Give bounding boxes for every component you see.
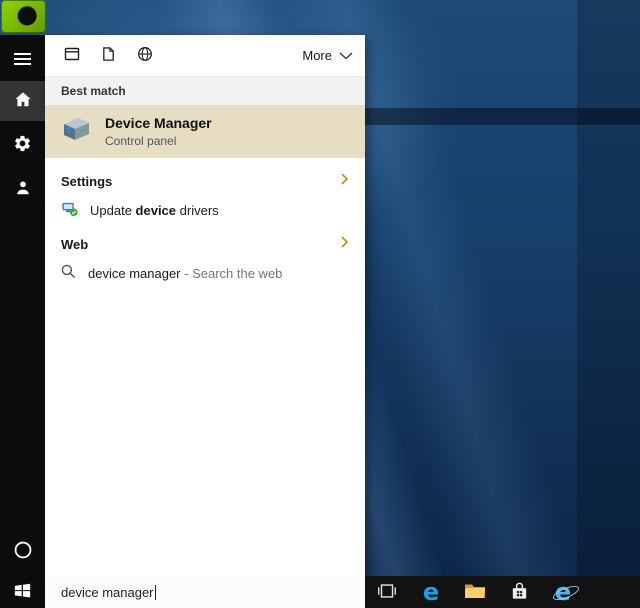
best-match-header-label: Best match <box>61 84 126 98</box>
best-match-section-header: Best match <box>45 77 365 105</box>
ie-icon: e <box>551 578 581 606</box>
filter-bar: More <box>45 35 365 77</box>
filter-documents-button[interactable] <box>101 46 116 65</box>
store-icon <box>509 580 530 604</box>
taskbar: e e <box>365 576 640 608</box>
document-filter-icon <box>101 46 116 65</box>
settings-section-header[interactable]: Settings <box>45 168 365 194</box>
update-suffix: drivers <box>176 202 219 218</box>
web-search-suggestion[interactable]: device manager - Search the web <box>45 257 365 289</box>
more-label: More <box>302 48 332 63</box>
home-icon <box>14 91 32 111</box>
web-header-label: Web <box>61 236 89 252</box>
folder-icon <box>463 581 487 604</box>
update-bold-term: device <box>135 202 177 218</box>
web-suggestion-text: device manager - Search the web <box>88 266 282 281</box>
settings-result-update-drivers[interactable]: Update device drivers <box>45 194 365 226</box>
settings-button[interactable] <box>0 125 45 165</box>
cortana-button[interactable] <box>0 531 45 571</box>
ie-letter: e <box>554 578 572 606</box>
feedback-icon <box>14 179 32 200</box>
settings-result-text: Update device drivers <box>90 203 219 218</box>
start-button[interactable] <box>0 576 45 608</box>
file-explorer-button[interactable] <box>453 576 497 608</box>
best-match-result[interactable]: Device Manager Control panel <box>45 105 365 158</box>
edge-button[interactable]: e <box>409 576 453 608</box>
best-match-subtitle: Control panel <box>105 134 177 148</box>
windows-logo-icon <box>14 582 31 602</box>
web-section-header[interactable]: Web <box>45 231 365 257</box>
more-button[interactable]: More <box>302 48 353 63</box>
search-input[interactable]: device manager <box>45 576 365 608</box>
web-suffix: - Search the web <box>184 265 283 281</box>
chevron-right-icon <box>341 172 349 190</box>
menu-icon <box>14 50 31 68</box>
chevron-down-icon <box>339 48 353 63</box>
cortana-circle-icon <box>13 540 33 563</box>
apps-filter-icon <box>64 46 80 65</box>
screen: More Best match Device Manager Control p… <box>0 0 640 608</box>
store-button[interactable] <box>497 576 541 608</box>
globe-filter-icon <box>137 46 153 65</box>
wallpaper-right-shade <box>577 0 640 576</box>
driver-update-icon <box>61 200 78 220</box>
menu-button[interactable] <box>0 39 45 79</box>
edge-icon: e <box>422 578 440 606</box>
home-button[interactable] <box>0 81 45 121</box>
chevron-right-icon <box>341 235 349 253</box>
web-query: device manager <box>88 265 185 281</box>
search-results-panel: More Best match Device Manager Control p… <box>45 35 365 576</box>
device-manager-icon <box>60 115 92 148</box>
search-input-text: device manager <box>61 584 154 600</box>
filter-web-button[interactable] <box>137 46 153 65</box>
task-view-button[interactable] <box>365 576 409 608</box>
search-icon <box>61 264 76 282</box>
settings-header-label: Settings <box>61 173 113 189</box>
filter-apps-button[interactable] <box>64 46 80 65</box>
feedback-button[interactable] <box>0 169 45 209</box>
best-match-text: Device Manager Control panel <box>105 115 212 148</box>
desktop-shortcut-icon[interactable] <box>1 0 46 33</box>
ie-button[interactable]: e <box>541 576 585 608</box>
text-caret <box>154 584 156 600</box>
best-match-title: Device Manager <box>105 115 212 131</box>
update-prefix: Update <box>90 202 136 218</box>
search-sidebar <box>0 35 45 608</box>
gear-icon <box>13 134 32 156</box>
task-view-icon <box>376 580 398 605</box>
